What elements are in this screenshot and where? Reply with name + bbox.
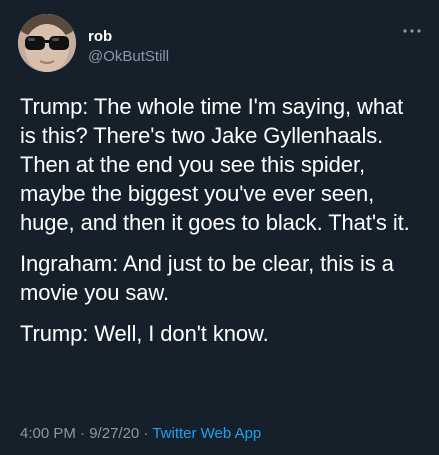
tweet-source-link[interactable]: Twitter Web App bbox=[152, 425, 261, 442]
meta-separator: · bbox=[139, 425, 153, 442]
tweet-paragraph: Ingraham: And just to be clear, this is … bbox=[20, 251, 394, 305]
tweet-date[interactable]: 9/27/20 bbox=[89, 425, 139, 442]
user-info: rob @OkButStill bbox=[88, 28, 169, 66]
tweet-time[interactable]: 4:00 PM bbox=[20, 425, 76, 442]
avatar[interactable] bbox=[18, 14, 76, 72]
tweet-paragraph: Trump: Well, I don't know. bbox=[20, 321, 269, 346]
display-name[interactable]: rob bbox=[88, 28, 169, 46]
tweet-header: rob @OkButStill bbox=[18, 14, 423, 74]
tweet-meta: 4:00 PM · 9/27/20 · Twitter Web App bbox=[20, 425, 261, 442]
meta-separator: · bbox=[75, 425, 90, 442]
tweet-text: Trump: The whole time I'm saying, what i… bbox=[20, 92, 420, 360]
avatar-image bbox=[18, 14, 76, 72]
tweet-paragraph: Trump: The whole time I'm saying, what i… bbox=[20, 94, 410, 235]
user-handle[interactable]: @OkButStill bbox=[88, 48, 169, 66]
tweet-card: rob @OkButStill Trump: The whole time I'… bbox=[0, 0, 439, 455]
more-horizontal-icon[interactable] bbox=[401, 24, 423, 36]
